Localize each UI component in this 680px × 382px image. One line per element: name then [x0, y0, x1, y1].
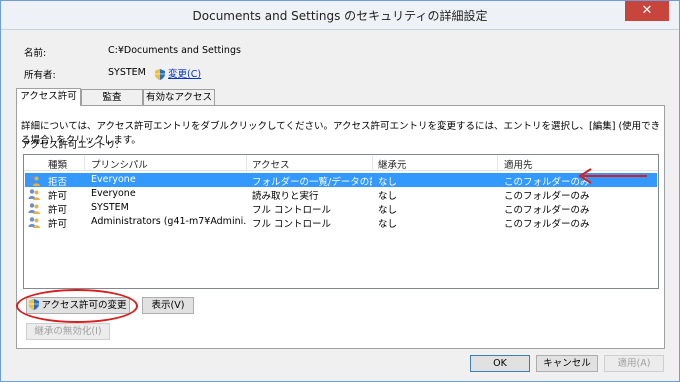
cell-inherited-from: なし	[378, 191, 398, 202]
tab-permissions[interactable]: アクセス許可	[16, 88, 81, 106]
owner-change-link[interactable]: 変更(C)	[168, 69, 201, 80]
permission-entries-list[interactable]: 種類 プリンシパル アクセス 継承元 適用先 拒否 Everyone フォルダー…	[23, 154, 659, 289]
entries-label: アクセス許可エントリ:	[21, 140, 119, 151]
user-group-icon	[28, 203, 40, 214]
table-row[interactable]: 許可 Administrators (g41-m7¥Admini... フル コ…	[25, 215, 657, 230]
table-row[interactable]: 許可 Everyone 読み取りと実行 なし このフォルダーのみ	[25, 187, 657, 202]
owner-label: 所有者:	[24, 70, 56, 81]
cell-access: フル コントロール	[252, 205, 332, 216]
uac-shield-icon	[155, 69, 165, 80]
cell-applies-to: このフォルダーのみ	[504, 205, 590, 216]
cell-principal: SYSTEM	[91, 202, 129, 213]
column-separator[interactable]	[84, 155, 85, 170]
table-row[interactable]: 拒否 Everyone フォルダーの一覧/データの読み... なし このフォルダ…	[25, 173, 657, 188]
window-title: Documents and Settings のセキュリティの詳細設定	[192, 9, 488, 23]
cell-access: フォルダーの一覧/データの読み...	[252, 177, 372, 188]
name-value: C:¥Documents and Settings	[108, 45, 241, 56]
cancel-button[interactable]: キャンセル	[536, 355, 598, 372]
column-header-principal[interactable]: プリンシパル	[91, 157, 148, 171]
owner-change-link-wrap[interactable]: 変更(C)	[155, 66, 201, 80]
owner-value: SYSTEM	[108, 67, 146, 78]
cell-type: 許可	[48, 191, 68, 202]
column-separator[interactable]	[372, 155, 373, 170]
cell-access: 読み取りと実行	[252, 191, 319, 202]
security-dialog: Documents and Settings のセキュリティの詳細設定 ✕ 名前…	[0, 0, 680, 382]
table-row[interactable]: 許可 SYSTEM フル コントロール なし このフォルダーのみ	[25, 201, 657, 216]
column-header-type[interactable]: 種類	[48, 157, 67, 171]
column-separator[interactable]	[497, 155, 498, 170]
tab-effective-access[interactable]: 有効なアクセス	[143, 89, 215, 105]
annotation-arrow-icon	[578, 168, 647, 184]
change-permissions-button[interactable]: アクセス許可の変更	[26, 297, 130, 314]
cell-principal: Administrators (g41-m7¥Admini...	[91, 216, 246, 227]
user-group-icon	[28, 175, 40, 186]
cell-inherited-from: なし	[378, 177, 398, 188]
title-bar[interactable]: Documents and Settings のセキュリティの詳細設定 ✕	[1, 1, 679, 30]
ok-button[interactable]: OK	[470, 355, 530, 372]
cell-principal: Everyone	[91, 188, 136, 199]
cell-inherited-from: なし	[378, 205, 398, 216]
close-button[interactable]: ✕	[625, 1, 669, 21]
apply-button[interactable]: 適用(A)	[604, 355, 664, 372]
view-button[interactable]: 表示(V)	[142, 297, 194, 314]
cell-access: フル コントロール	[252, 219, 332, 230]
column-separator[interactable]	[246, 155, 247, 170]
column-header-applies-to[interactable]: 適用先	[504, 157, 533, 171]
cell-principal: Everyone	[91, 174, 136, 185]
name-label: 名前:	[24, 48, 47, 59]
cell-type: 許可	[48, 219, 68, 230]
uac-shield-icon	[29, 299, 40, 310]
list-header: 種類 プリンシパル アクセス 継承元 適用先	[24, 155, 658, 171]
cell-type: 拒否	[48, 177, 68, 188]
cell-applies-to: このフォルダーのみ	[504, 191, 590, 202]
cell-type: 許可	[48, 205, 68, 216]
cell-applies-to: このフォルダーのみ	[504, 219, 590, 230]
tab-auditing[interactable]: 監査	[81, 89, 143, 105]
cell-inherited-from: なし	[378, 219, 398, 230]
column-header-access[interactable]: アクセス	[252, 157, 290, 171]
column-header-inherited-from[interactable]: 継承元	[378, 157, 407, 171]
disable-inheritance-button[interactable]: 継承の無効化(I)	[26, 323, 110, 340]
change-permissions-label: アクセス許可の変更	[41, 300, 127, 311]
user-group-icon	[28, 217, 40, 228]
user-group-icon	[28, 189, 40, 200]
